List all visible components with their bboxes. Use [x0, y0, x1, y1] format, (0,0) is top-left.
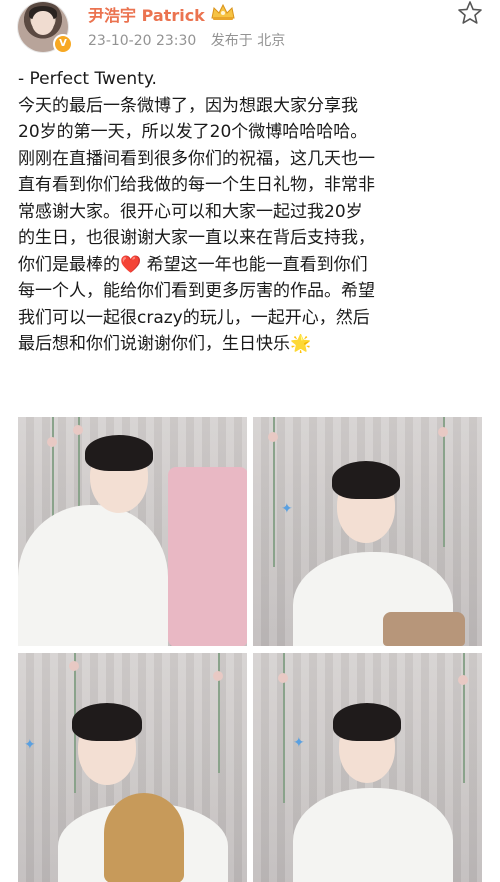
flower [268, 432, 278, 442]
post-line: 20岁的第一天，所以发了20个微博哈哈哈哈。 [18, 122, 368, 142]
heart-emoji: ❤️ [120, 254, 142, 275]
post-meta: 23-10-20 23:30 发布于 北京 [88, 30, 295, 50]
flower [69, 661, 79, 671]
post-location: 发布于 北京 [210, 33, 286, 49]
flower [47, 437, 57, 447]
person-hair [72, 703, 142, 741]
post-line: 直有看到你们给我做的每一个生日礼物，非常非 [18, 175, 375, 195]
post-line-text: 希望这一年也能一直看到你们 [141, 254, 368, 275]
post-photo-2[interactable]: ✦ [253, 417, 482, 646]
confetti: ✦ [293, 735, 305, 751]
confetti: ✦ [24, 737, 36, 753]
flower [213, 671, 223, 681]
post-line-text: 最后想和你们说谢谢你们，生日快乐 [18, 334, 290, 354]
teddy-bear [104, 793, 184, 882]
post-timestamp: 23-10-20 23:30 [88, 33, 197, 49]
post-body: - Perfect Twenty. 今天的最后一条微博了，因为想跟大家分享我 2… [18, 66, 488, 358]
crown-badge-icon [211, 3, 235, 20]
post-line: 最后想和你们说谢谢你们，生日快乐🌟 [18, 331, 488, 358]
flower [278, 673, 288, 683]
pink-cake [168, 467, 247, 646]
post-line: - Perfect Twenty. [18, 69, 157, 89]
post-line: 今天的最后一条微博了，因为想跟大家分享我 [18, 95, 358, 116]
person-hair [333, 703, 401, 741]
person-shirt [18, 505, 168, 646]
person-hair [332, 461, 400, 499]
post-line: 你们是最棒的❤️ 希望这一年也能一直看到你们 [18, 252, 488, 279]
post-photo-4[interactable]: ✦ [253, 653, 482, 882]
post-line: 每一个人，能给你们看到更多厉害的作品。希望 [18, 281, 375, 301]
flower-stem [463, 653, 465, 783]
person-shirt [293, 788, 453, 882]
post-line: 我们可以一起很crazy的玩儿，一起开心，然后 [18, 307, 370, 328]
flower [438, 427, 448, 437]
flower [73, 425, 83, 435]
post-header: V 尹浩宇 Patrick 23-10-20 23:30 发布于 北京 [0, 0, 500, 60]
post-line: 刚刚在直播间看到很多你们的祝福，这几天也一 [18, 148, 375, 169]
person-hair [85, 435, 153, 471]
favorite-star-icon[interactable] [457, 0, 483, 26]
chocolate-cake [383, 612, 465, 646]
username[interactable]: 尹浩宇 Patrick [88, 2, 205, 26]
avatar-face [32, 11, 54, 35]
post-photo-1[interactable] [18, 417, 247, 646]
flower [458, 675, 468, 685]
post-line: 的生日，也很谢谢大家一直以来在背后支持我， [18, 228, 375, 248]
confetti: ✦ [281, 501, 293, 517]
post-line: 常感谢大家。很开心可以和大家一起过我20岁 [18, 201, 363, 222]
post-line-text: 你们是最棒的 [18, 254, 120, 275]
sparkle-emoji: 🌟 [290, 334, 312, 354]
verified-badge-icon: V [53, 34, 73, 54]
post-photo-3[interactable]: ✦ [18, 653, 247, 882]
